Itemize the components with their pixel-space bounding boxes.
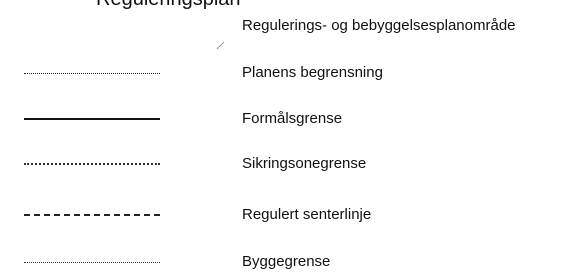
legend-item-sikringsonegrense: Sikringsonegrense [0, 153, 582, 177]
legend-item-byggegrense: Byggegrense [0, 251, 582, 275]
building-limit-line-symbol [24, 262, 160, 263]
legend-item-regulert-senterlinje: Regulert senterlinje [0, 204, 582, 228]
safety-zone-boundary-line-symbol [24, 163, 160, 165]
legend-item-planens-begrensning: Planens begrensning [0, 62, 582, 86]
legend-label: Formålsgrense [242, 110, 343, 127]
legend-item-formalsgrense: Formålsgrense [0, 108, 582, 132]
pen-stroke-icon [216, 41, 225, 50]
purpose-boundary-line-symbol [24, 118, 160, 120]
plan-boundary-line-symbol [24, 73, 160, 74]
legend-label: Regulert senterlinje [242, 206, 372, 223]
page-heading-cut: Reguleringsplan [96, 0, 241, 9]
centerline-line-symbol [24, 214, 160, 216]
legend-label: Byggegrense [242, 253, 331, 270]
legend-label: Planens begrensning [242, 64, 383, 81]
legend-label: Sikringsonegrense [242, 155, 367, 172]
section-title: Regulerings- og bebyggelsesplanområde [242, 17, 516, 34]
